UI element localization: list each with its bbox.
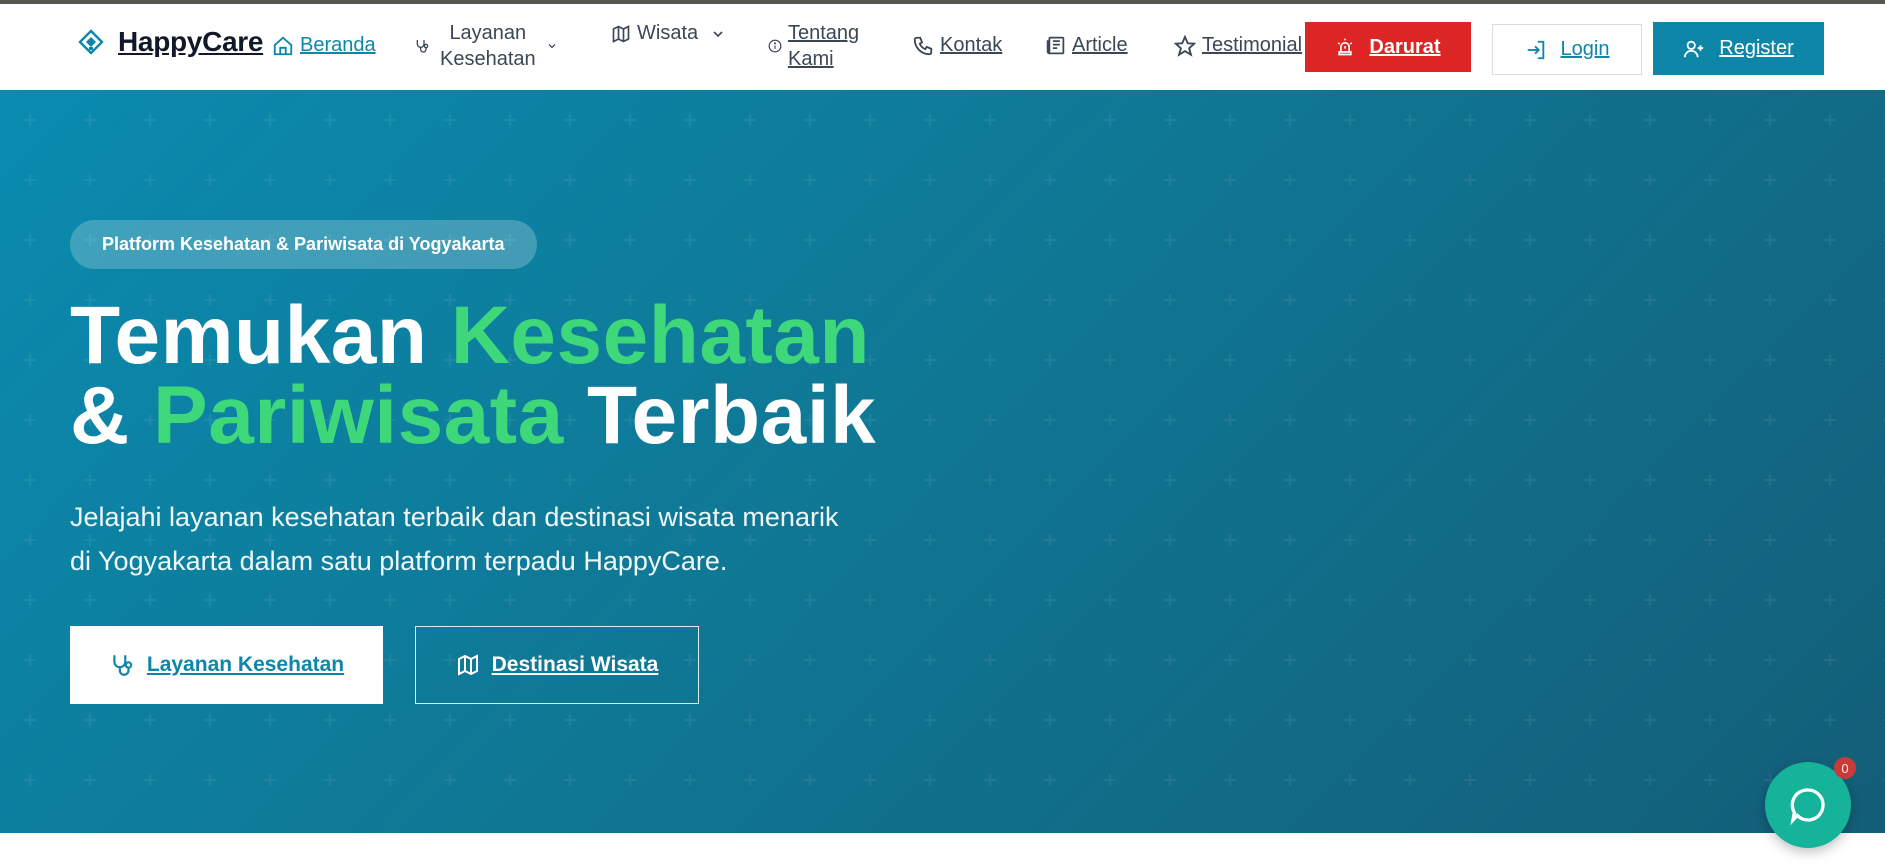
map-icon <box>457 654 478 676</box>
info-icon <box>768 39 782 53</box>
chevron-down-icon <box>548 44 556 49</box>
headline-ampersand: & <box>70 370 130 461</box>
nav-tentang-kami[interactable]: Tentang Kami <box>768 20 859 72</box>
chat-bubble-icon <box>1790 788 1825 825</box>
layanan-kesehatan-button[interactable]: Layanan Kesehatan <box>70 626 383 704</box>
nav-kontak[interactable]: Kontak <box>912 34 1002 57</box>
darurat-label: Darurat <box>1369 35 1441 58</box>
logo-icon <box>78 29 104 55</box>
nav-testimonial[interactable]: Testimonial <box>1174 34 1302 57</box>
destinasi-wisata-button[interactable]: Destinasi Wisata <box>415 626 699 704</box>
nav-beranda-label: Beranda <box>300 34 376 56</box>
user-plus-icon <box>1684 40 1704 57</box>
headline-word-kesehatan: Kesehatan <box>450 290 870 381</box>
nav-article-label: Article <box>1072 34 1128 56</box>
nav-tentang-label-line2: Kami <box>788 48 834 70</box>
login-label: Login <box>1560 38 1610 60</box>
register-label: Register <box>1719 37 1794 59</box>
hero-section: Platform Kesehatan & Pariwisata di Yogya… <box>0 90 1885 833</box>
nav-tentang-label-line1: Tentang <box>788 22 860 44</box>
nav-wisata[interactable]: Wisata <box>611 22 726 45</box>
hero-headline-line2: & Pariwisata Terbaik <box>70 375 876 457</box>
brand-logo[interactable]: HappyCare <box>78 26 263 58</box>
stethoscope-icon <box>113 655 133 676</box>
stethoscope-icon <box>416 40 429 53</box>
layanan-kesehatan-label: Layanan Kesehatan <box>146 653 345 676</box>
darurat-button[interactable]: Darurat <box>1305 22 1471 72</box>
headline-word-pariwisata: Pariwisata <box>153 370 564 461</box>
headline-word-terbaik: Terbaik <box>587 370 877 461</box>
phone-icon <box>913 36 933 55</box>
nav-beranda[interactable]: Beranda <box>272 34 376 57</box>
hero-cross-pattern <box>0 90 1885 833</box>
nav-article[interactable]: Article <box>1045 34 1128 57</box>
hero-headline: Temukan Kesehatan & Pariwisata Terbaik <box>70 295 876 457</box>
destinasi-wisata-label: Destinasi Wisata <box>491 653 659 676</box>
nav-testimonial-label: Testimonial <box>1202 34 1303 56</box>
nav-layanan-label-line2: Kesehatan <box>440 48 536 70</box>
nav-kontak-label: Kontak <box>940 34 1003 56</box>
hero-subtext-line1: Jelajahi layanan kesehatan terbaik dan d… <box>70 502 839 532</box>
home-icon <box>273 36 293 55</box>
login-button[interactable]: Login <box>1492 24 1642 75</box>
navbar: HappyCare Beranda Layanan Kesehatan Wisa… <box>0 4 1885 90</box>
hero-subtext: Jelajahi layanan kesehatan terbaik dan d… <box>70 495 910 583</box>
hero-headline-line1: Temukan Kesehatan <box>70 295 876 377</box>
hero-badge: Platform Kesehatan & Pariwisata di Yogya… <box>70 220 537 269</box>
chevron-down-icon <box>713 30 723 37</box>
nav-layanan-kesehatan[interactable]: Layanan Kesehatan <box>414 20 558 72</box>
hero-subtext-line2: di Yogyakarta dalam satu platform terpad… <box>70 546 728 576</box>
map-icon <box>612 24 630 43</box>
siren-icon <box>1338 38 1353 56</box>
star-icon <box>1174 34 1196 57</box>
login-icon <box>1527 40 1544 59</box>
chat-unread-badge: 0 <box>1834 757 1856 779</box>
brand-name: HappyCare <box>118 26 264 57</box>
register-button[interactable]: Register <box>1653 22 1824 75</box>
headline-word-temukan: Temukan <box>70 290 428 381</box>
nav-wisata-label: Wisata <box>637 22 699 44</box>
nav-layanan-label-line1: Layanan <box>449 22 527 44</box>
newspaper-icon <box>1046 36 1065 55</box>
